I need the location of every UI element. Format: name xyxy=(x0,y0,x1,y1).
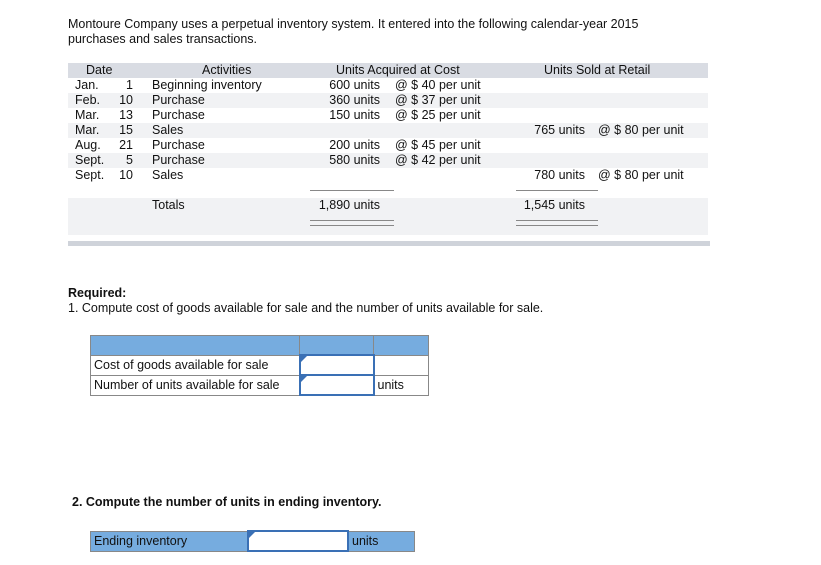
row-sold-units: 780 units xyxy=(534,168,585,182)
row-day: 15 xyxy=(119,123,133,137)
row-acquired-units: 580 units xyxy=(329,153,380,167)
answer-header-row xyxy=(90,335,429,356)
ending-inventory-input[interactable] xyxy=(247,530,349,552)
row-month: Sept. xyxy=(75,153,105,167)
row-day: 13 xyxy=(119,108,133,122)
row-acquired-cost: @ $ 25 per unit xyxy=(395,108,481,122)
ending-inventory-label: Ending inventory xyxy=(90,530,249,552)
answer-table-2: Ending inventory units xyxy=(90,530,415,552)
empty-cell xyxy=(373,354,429,376)
row-acquired-cost: @ $ 45 per unit xyxy=(395,138,481,152)
row-acquired-cost: @ $ 40 per unit xyxy=(395,78,481,92)
row-activity: Purchase xyxy=(152,108,205,122)
answer-table-1: Cost of goods available for sale Number … xyxy=(90,335,429,396)
row-sold-units: 765 units xyxy=(534,123,585,137)
row-sold-price: @ $ 80 per unit xyxy=(598,123,684,137)
required-section: Required: 1. Compute cost of goods avail… xyxy=(68,286,543,316)
acquired-double-underline xyxy=(310,220,394,221)
row-activity: Sales xyxy=(152,123,184,137)
table-row: Feb. 10 Purchase 360 units @ $ 37 per un… xyxy=(68,93,708,108)
acquired-double-underline xyxy=(310,225,394,226)
row-activity: Purchase xyxy=(152,93,205,107)
table-row: Mar. 15 Sales 765 units @ $ 80 per unit xyxy=(68,123,708,138)
row-acquired-units: 600 units xyxy=(329,78,380,92)
table-row: Mar. 13 Purchase 150 units @ $ 25 per un… xyxy=(68,108,708,123)
question-2: 2. Compute the number of units in ending… xyxy=(72,495,382,509)
required-title: Required: xyxy=(68,286,127,300)
row-sold-price: @ $ 80 per unit xyxy=(598,168,684,182)
totals-acquired: 1,890 units xyxy=(318,198,380,212)
table-row: Jan. 1 Beginning inventory 600 units @ $… xyxy=(68,78,708,93)
row-activity: Sales xyxy=(152,168,184,182)
row-month: Mar. xyxy=(75,108,100,122)
header-sold: Units Sold at Retail xyxy=(544,63,651,77)
table-row: Sept. 5 Purchase 580 units @ $ 42 per un… xyxy=(68,153,708,168)
header-acquired: Units Acquired at Cost xyxy=(336,63,460,77)
row-day: 1 xyxy=(126,78,133,92)
row-day: 10 xyxy=(119,168,133,182)
row-day: 21 xyxy=(119,138,133,152)
sold-underline xyxy=(516,190,598,191)
problem-intro: Montoure Company uses a perpetual invent… xyxy=(68,17,639,46)
q1-text: 1. Compute cost of goods available for s… xyxy=(68,301,544,315)
totals-sold: 1,545 units xyxy=(523,198,585,212)
table-row: Aug. 21 Purchase 200 units @ $ 45 per un… xyxy=(68,138,708,153)
blank-row xyxy=(68,213,708,235)
table-header: Date Activities Units Acquired at Cost U… xyxy=(68,63,708,78)
row-acquired-cost: @ $ 37 per unit xyxy=(395,93,481,107)
row-acquired-cost: @ $ 42 per unit xyxy=(395,153,481,167)
row-month: Feb. xyxy=(75,93,101,107)
row-month: Sept. xyxy=(75,168,105,182)
header-date: Date xyxy=(86,63,113,77)
units-label: units xyxy=(373,374,429,396)
totals-row: Totals 1,890 units 1,545 units xyxy=(68,198,708,213)
totals-label: Totals xyxy=(152,198,185,212)
row-activity: Beginning inventory xyxy=(152,78,262,92)
cost-available-input[interactable] xyxy=(298,354,375,376)
question-1: 1. Compute cost of goods available for s… xyxy=(68,301,543,316)
row-day: 10 xyxy=(119,93,133,107)
row-acquired-units: 150 units xyxy=(329,108,380,122)
acquired-underline xyxy=(310,190,394,191)
header-activities: Activities xyxy=(202,63,252,77)
row-acquired-units: 360 units xyxy=(329,93,380,107)
cost-available-label: Cost of goods available for sale xyxy=(90,354,300,376)
ending-units-label: units xyxy=(347,530,415,552)
units-available-label: Number of units available for sale xyxy=(90,374,300,396)
row-month: Mar. xyxy=(75,123,100,137)
row-activity: Purchase xyxy=(152,153,205,167)
row-activity: Purchase xyxy=(152,138,205,152)
table-bottom-bar xyxy=(68,241,710,246)
table-row: Sept. 10 Sales 780 units @ $ 80 per unit xyxy=(68,168,708,183)
row-month: Jan. xyxy=(75,78,99,92)
row-acquired-units: 200 units xyxy=(329,138,380,152)
row-month: Aug. xyxy=(75,138,101,152)
sold-double-underline xyxy=(516,220,598,221)
row-day: 5 xyxy=(126,153,133,167)
sold-double-underline xyxy=(516,225,598,226)
units-available-input[interactable] xyxy=(298,374,375,396)
